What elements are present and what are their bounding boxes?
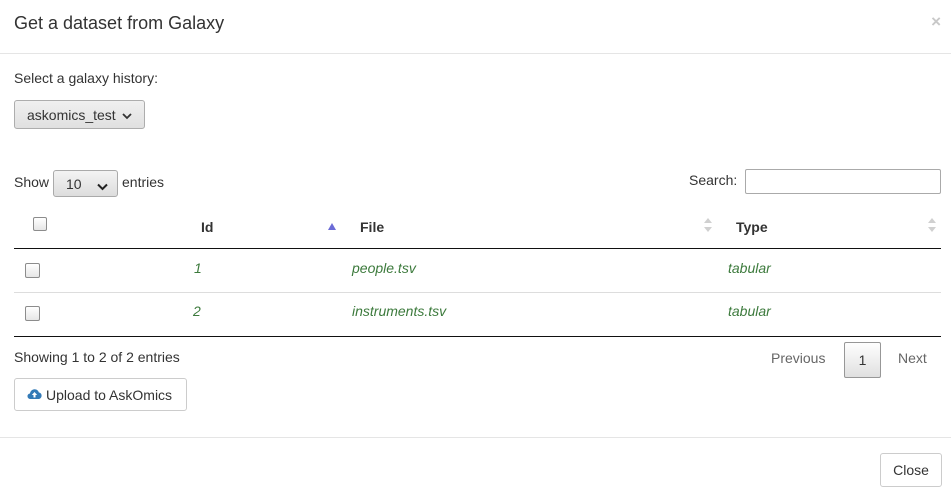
search-label: Search: — [689, 172, 738, 188]
show-label: Show — [14, 174, 50, 190]
row-checkbox[interactable] — [25, 306, 40, 321]
column-header-type[interactable]: Type — [736, 219, 768, 235]
pagination-previous[interactable]: Previous — [771, 350, 825, 366]
cell-type: tabular — [728, 260, 771, 276]
page-number: 1 — [858, 352, 867, 368]
close-x-icon[interactable]: × — [931, 13, 941, 31]
history-label: Select a galaxy history: — [14, 70, 158, 86]
search-input[interactable] — [745, 169, 941, 194]
entries-selected: 10 — [66, 175, 82, 192]
table-header: Id File Type — [14, 206, 941, 249]
chevron-down-icon — [122, 107, 132, 123]
upload-to-askomics-button[interactable]: Upload to AskOmics — [14, 378, 187, 411]
sort-both-icon[interactable] — [704, 218, 712, 235]
modal-title: Get a dataset from Galaxy — [14, 13, 225, 33]
cell-id: 1 — [194, 260, 202, 276]
cell-file: instruments.tsv — [352, 303, 447, 319]
entries-label: entries — [122, 174, 165, 190]
pagination-page-1[interactable]: 1 — [844, 342, 881, 378]
entries-select[interactable]: 10 — [53, 170, 118, 197]
row-checkbox[interactable] — [25, 263, 40, 278]
upload-label: Upload to AskOmics — [46, 386, 173, 403]
cell-id: 2 — [193, 303, 201, 319]
cloud-upload-icon — [27, 387, 46, 403]
cell-type: tabular — [728, 303, 771, 319]
modal-footer — [0, 437, 951, 438]
history-selected: askomics_test — [27, 106, 116, 123]
sort-asc-icon[interactable] — [328, 217, 336, 233]
modal-header: Get a dataset from Galaxy × — [0, 0, 951, 54]
sort-both-icon[interactable] — [928, 218, 936, 235]
cell-file: people.tsv — [352, 260, 416, 276]
table-row[interactable]: 1 people.tsv tabular — [14, 249, 941, 293]
close-button[interactable]: Close — [880, 453, 942, 487]
table-info: Showing 1 to 2 of 2 entries — [14, 349, 180, 365]
column-header-id[interactable]: Id — [201, 219, 213, 235]
chevron-down-icon — [97, 178, 108, 194]
datasets-table: Id File Type 1 people.tsv tabular 2 inst… — [14, 206, 941, 337]
pagination-next[interactable]: Next — [898, 350, 927, 366]
history-dropdown[interactable]: askomics_test — [14, 100, 145, 129]
table-row[interactable]: 2 instruments.tsv tabular — [14, 293, 941, 337]
close-label: Close — [893, 462, 929, 478]
select-all-checkbox[interactable] — [33, 217, 47, 231]
column-header-file[interactable]: File — [360, 219, 384, 235]
